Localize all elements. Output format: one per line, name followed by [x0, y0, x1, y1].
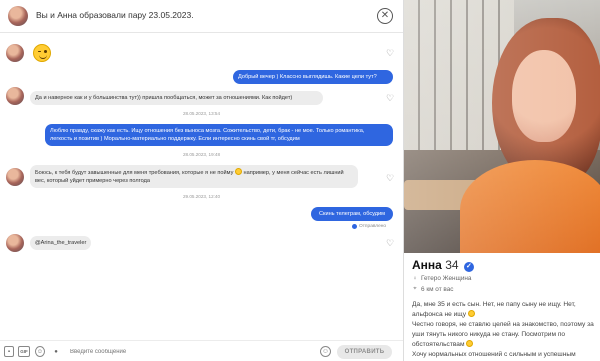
bio-line: Честно говоря, не ставлю целей на знаком… — [412, 321, 594, 348]
sender-avatar[interactable] — [6, 44, 24, 62]
outgoing-message: Добрый вечер ) Классно выглядишь. Какие … — [233, 70, 393, 84]
send-button[interactable]: ОТПРАВИТЬ — [337, 345, 392, 359]
profile-distance: ⌖ 6 км от вас — [412, 286, 453, 293]
outgoing-message: Скинь телеграм, обсудим — [311, 207, 393, 221]
sent-status-label: Отправлено — [359, 224, 387, 229]
incoming-message: Боюсь, к тебя будут завышенные для меня … — [30, 165, 358, 188]
profile-photo[interactable] — [404, 0, 600, 253]
orientation-text: Гетеро Женщина — [421, 275, 472, 282]
outgoing-message: Люблю правду, скажу как есть. Ищу отноше… — [45, 124, 393, 146]
sent-status: Отправлено — [352, 224, 386, 229]
emoji-icon[interactable]: ☺ — [320, 346, 331, 357]
message-timestamp: 28.05.2023, 19:48 — [182, 152, 221, 157]
message-timestamp: 28.05.2023, 13:54 — [182, 111, 221, 116]
bio-line: Да, мне 35 и есть сын. Нет, не папу сыну… — [412, 301, 576, 318]
message-input[interactable] — [70, 347, 310, 357]
location-pin-icon: ⌖ — [413, 286, 417, 292]
profile-age: 34 — [445, 258, 459, 272]
sweat-emoji-icon — [234, 168, 242, 175]
heart-icon[interactable]: ♡ — [386, 49, 395, 58]
profile-name-text: Анна — [412, 258, 442, 272]
smile-emoji-icon — [467, 310, 475, 317]
smile-emoji-icon — [466, 340, 474, 347]
sent-check-icon — [352, 224, 357, 229]
incoming-message-text: Боюсь, к тебя будут завышенные для меня … — [35, 170, 234, 176]
profile-pane: Анна 34 ✓ ♀ Гетеро Женщина ⌖ 6 км от вас… — [403, 0, 600, 361]
bio-line: Хочу нормальных отношений с сильным и ус… — [412, 351, 576, 358]
incoming-message: @Arina_the_traveler — [30, 236, 92, 250]
sender-avatar[interactable] — [6, 87, 24, 105]
message-composer: ▪ GIF ☺ ● ☺ ОТПРАВИТЬ — [0, 340, 403, 361]
heart-icon[interactable]: ♡ — [386, 239, 395, 248]
distance-text: 6 км от вас — [421, 286, 454, 293]
person-icon: ♀ — [412, 275, 418, 282]
sender-avatar[interactable] — [6, 234, 24, 252]
heart-icon[interactable]: ♡ — [386, 174, 395, 183]
microphone-icon[interactable]: ● — [51, 346, 61, 357]
verified-badge-icon: ✓ — [463, 262, 474, 272]
profile-name: Анна 34 ✓ — [412, 258, 474, 272]
incoming-message: Да и наверное как и у большинства тут)) … — [30, 91, 323, 105]
gif-button[interactable]: GIF — [18, 346, 30, 357]
wink-emoji-message — [33, 44, 51, 62]
image-icon[interactable]: ▪ — [4, 346, 14, 357]
chat-pane: Вы и Анна образовали пару 23.05.2023. ✕ … — [0, 0, 403, 361]
match-title: Вы и Анна образовали пару 23.05.2023. — [36, 10, 194, 20]
chat-header: Вы и Анна образовали пару 23.05.2023. ✕ — [0, 0, 403, 33]
sender-avatar[interactable] — [6, 168, 24, 186]
sticker-icon[interactable]: ☺ — [35, 346, 45, 357]
message-timestamp: 29.05.2023, 12:40 — [182, 194, 221, 199]
close-icon[interactable]: ✕ — [377, 8, 393, 24]
heart-icon[interactable]: ♡ — [386, 94, 395, 103]
match-avatar[interactable] — [8, 6, 28, 26]
profile-bio: Да, мне 35 и есть сын. Нет, не папу сыну… — [412, 300, 596, 360]
profile-orientation: ♀ Гетеро Женщина — [412, 275, 472, 282]
